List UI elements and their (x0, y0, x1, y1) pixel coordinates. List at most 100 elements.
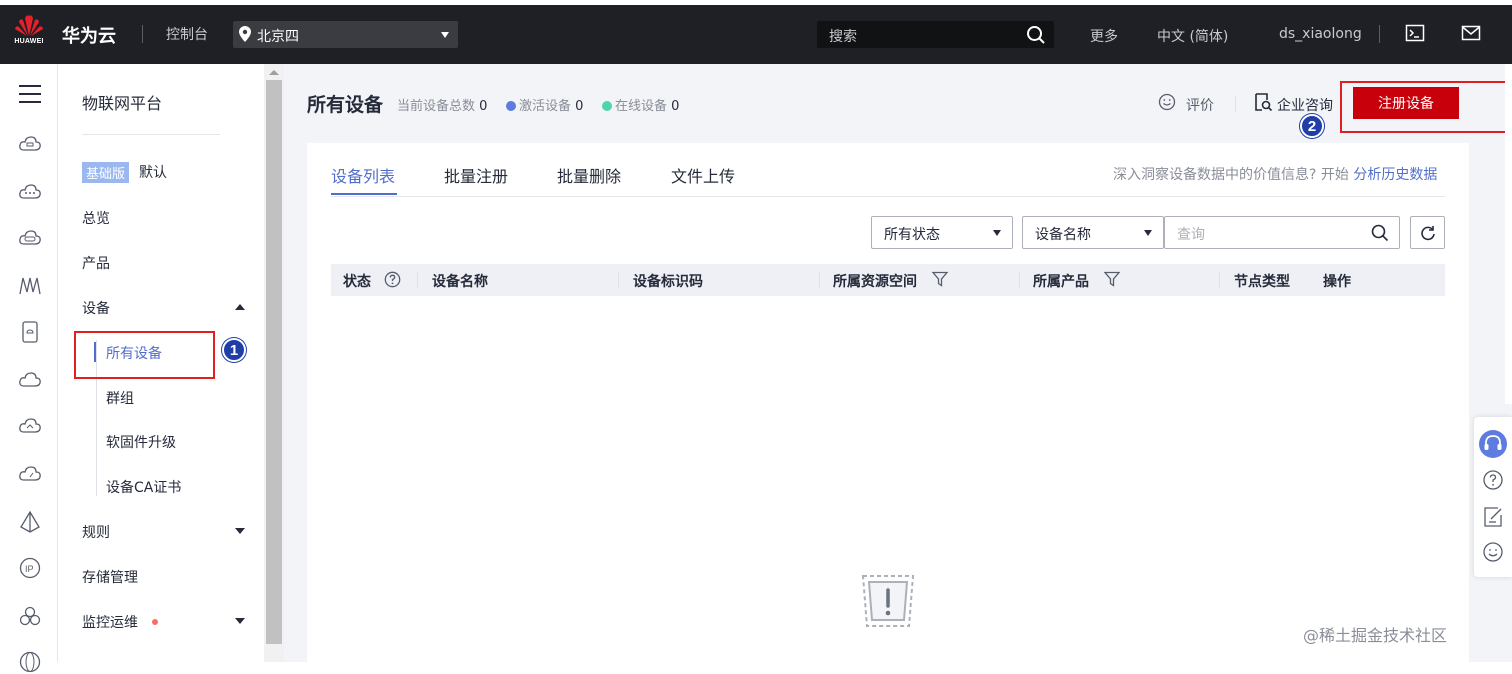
sidebar-item-firmware-upgrade[interactable]: 软固件升级 (106, 432, 176, 452)
refresh-button[interactable] (1410, 216, 1445, 249)
global-search-input[interactable]: 搜索 (817, 21, 1054, 48)
terminal-icon[interactable] (1405, 23, 1425, 43)
consult-link[interactable]: 企业咨询 (1277, 95, 1333, 115)
active-tab-indicator (331, 193, 397, 195)
feedback-edit-icon[interactable] (1481, 505, 1505, 529)
active-label: 激活设备 (519, 99, 572, 114)
chevron-down-icon[interactable] (235, 528, 245, 534)
query-placeholder: 查询 (1177, 227, 1205, 243)
sidebar-item-storage[interactable]: 存储管理 (82, 567, 138, 587)
filter-icon[interactable] (1104, 271, 1120, 287)
waveform-icon[interactable] (18, 274, 42, 298)
ip-icon[interactable]: IP (18, 556, 42, 580)
cloud-upload-icon[interactable] (18, 414, 42, 438)
divider (1379, 25, 1380, 43)
location-pin-icon (239, 26, 251, 42)
chevron-down-icon (1144, 230, 1152, 236)
sidebar-item-rules[interactable]: 规则 (82, 522, 110, 542)
cloud-speed-icon[interactable] (18, 462, 42, 486)
hamburger-menu-icon[interactable] (18, 82, 42, 106)
svg-text:IP: IP (25, 564, 34, 574)
region-label: 北京四 (257, 29, 299, 45)
scrollbar-thumb[interactable] (266, 80, 282, 644)
pyramid-icon[interactable] (18, 510, 42, 534)
column-product: 所属产品 (1033, 274, 1089, 290)
sidebar-item-monitoring[interactable]: 监控运维 (82, 612, 138, 632)
sidebar-item-device-ca[interactable]: 设备CA证书 (106, 477, 181, 497)
cloud-storage-icon[interactable] (18, 226, 42, 250)
scroll-up-icon[interactable] (269, 70, 279, 75)
sidebar-item-devices[interactable]: 设备 (82, 298, 110, 318)
help-icon[interactable] (384, 271, 401, 288)
sidebar-scrollbar[interactable] (264, 64, 284, 662)
user-menu[interactable]: ds_xiaolong (1279, 26, 1362, 42)
brand-name[interactable]: 华为云 (62, 22, 116, 48)
console-link[interactable]: 控制台 (166, 24, 208, 44)
column-divider (1019, 272, 1020, 288)
status-select[interactable]: 所有状态 (871, 216, 1013, 249)
online-device-stat: 在线设备 0 (602, 95, 679, 114)
sidebar-item-products[interactable]: 产品 (82, 253, 110, 273)
annotation-badge-1: 1 (222, 338, 246, 362)
smiley-icon[interactable] (1158, 93, 1176, 111)
annotation-box-1 (74, 331, 215, 379)
help-icon[interactable] (1481, 468, 1505, 492)
column-device-name: 设备名称 (432, 274, 488, 290)
column-device-id: 设备标识码 (633, 274, 703, 290)
device-phone-icon[interactable] (18, 320, 42, 344)
tab-file-upload[interactable]: 文件上传 (671, 163, 735, 187)
sidebar-item-groups[interactable]: 群组 (106, 388, 134, 408)
analyze-history-link[interactable]: 分析历史数据 (1353, 167, 1437, 183)
globe-icon[interactable] (18, 650, 42, 674)
refresh-icon (1421, 226, 1435, 241)
more-menu[interactable]: 更多 (1090, 26, 1118, 46)
page-scrollbar[interactable] (1505, 64, 1512, 404)
online-value: 0 (671, 99, 680, 114)
cloud-dots-icon[interactable] (18, 180, 42, 204)
divider (142, 25, 143, 43)
column-divider (618, 272, 619, 288)
device-search-input[interactable]: 查询 (1164, 216, 1400, 249)
total-label: 当前设备总数 (397, 99, 476, 114)
mail-icon[interactable] (1461, 23, 1481, 43)
table-header: 状态 设备名称 设备标识码 所属资源空间 所属产品 节点类型 操作 (331, 264, 1445, 296)
chevron-up-icon[interactable] (235, 304, 245, 310)
column-divider (417, 272, 418, 288)
consult-icon[interactable] (1253, 92, 1273, 112)
chevron-down-icon[interactable] (235, 618, 245, 624)
search-field-select[interactable]: 设备名称 (1022, 216, 1164, 249)
instance-name[interactable]: 默认 (139, 162, 167, 182)
floating-help-bar (1474, 417, 1512, 577)
cloud-icon[interactable] (18, 368, 42, 392)
column-divider (1219, 272, 1220, 288)
search-placeholder: 搜索 (829, 29, 857, 45)
annotation-box-2 (1340, 81, 1512, 133)
cluster-icon[interactable] (18, 604, 42, 628)
active-dot (506, 101, 516, 111)
search-icon[interactable] (1026, 25, 1046, 45)
region-select[interactable]: 北京四 (233, 21, 458, 48)
customer-service-icon[interactable] (1478, 429, 1508, 459)
cloud-compute-icon[interactable] (18, 132, 42, 156)
search-icon[interactable] (1371, 224, 1389, 242)
rate-link[interactable]: 评价 (1186, 95, 1214, 115)
huawei-logo[interactable]: HUAWEI (10, 14, 48, 54)
tab-batch-register[interactable]: 批量注册 (444, 163, 508, 187)
language-menu[interactable]: 中文 (简体) (1157, 26, 1228, 46)
column-node-type: 节点类型 (1234, 274, 1290, 290)
tab-device-list[interactable]: 设备列表 (331, 163, 395, 187)
divider (82, 134, 220, 135)
annotation-badge-2: 2 (1300, 114, 1324, 138)
sidebar-item-overview[interactable]: 总览 (82, 208, 110, 228)
search-field-value: 设备名称 (1035, 227, 1091, 243)
tab-batch-delete[interactable]: 批量删除 (557, 163, 621, 187)
divider (1235, 96, 1236, 112)
column-actions: 操作 (1323, 274, 1351, 290)
logo-text: HUAWEI (14, 38, 44, 45)
online-label: 在线设备 (615, 99, 668, 114)
chevron-down-icon (441, 32, 449, 38)
satisfaction-icon[interactable] (1481, 540, 1505, 564)
filter-icon[interactable] (932, 271, 948, 287)
notification-dot (152, 619, 158, 625)
column-status: 状态 (343, 274, 371, 290)
